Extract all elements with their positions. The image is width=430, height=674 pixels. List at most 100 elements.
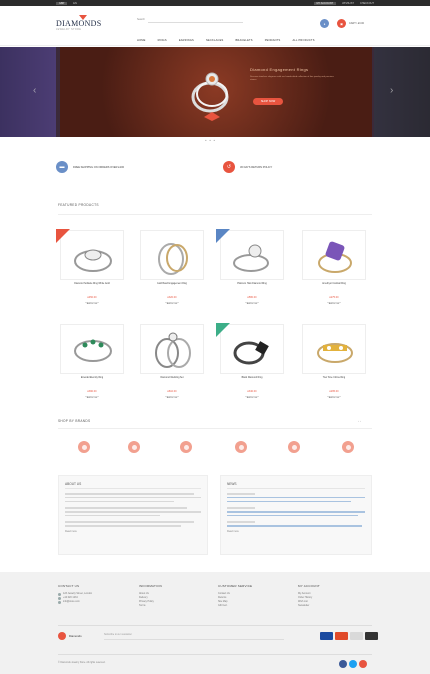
search-input[interactable] xyxy=(147,18,243,23)
brand-logo[interactable] xyxy=(342,441,354,453)
language-selector[interactable]: EN xyxy=(73,2,76,5)
product-price: £275.00 xyxy=(329,296,339,299)
product-price: £390.00 xyxy=(87,390,97,393)
chevron-right-icon[interactable]: › xyxy=(390,85,393,96)
features-bar: ▬ FREE SHIPPING ON ORDERS OVER £100 ↺ 30… xyxy=(56,160,374,174)
product-name[interactable]: Gold Band Engagement Ring xyxy=(138,283,206,286)
product-card[interactable]: Gold Band Engagement Ring £320.00 Add to… xyxy=(138,229,206,309)
footer-logo[interactable]: Diamonds xyxy=(58,632,82,640)
nav-item-rings[interactable]: RINGS xyxy=(156,39,169,42)
user-icon[interactable]: ● xyxy=(320,19,329,28)
add-to-cart-button[interactable]: Add to cart xyxy=(327,302,341,305)
product-image[interactable] xyxy=(220,230,284,280)
nav-item-all-products[interactable]: ALL PRODUCTS xyxy=(290,39,316,42)
hero-slider: Diamond Engagement Rings Discover timele… xyxy=(0,47,430,137)
product-name[interactable]: Two Tone Citrine Ring xyxy=(300,377,368,380)
add-to-cart-button[interactable]: Add to cart xyxy=(165,396,179,399)
product-image[interactable] xyxy=(140,230,204,280)
product-name[interactable]: Black Diamond Ring xyxy=(218,377,286,380)
shop-now-button[interactable]: SHOP NOW xyxy=(253,98,283,105)
add-to-cart-button[interactable]: Add to cart xyxy=(245,302,259,305)
divider xyxy=(58,625,372,626)
divider xyxy=(58,214,372,215)
currency-selector[interactable]: GBP xyxy=(56,1,68,5)
cart-icon[interactable]: ▣ xyxy=(337,19,346,28)
product-card[interactable]: Diamond Wedding Set £610.00 Add to cart xyxy=(138,323,206,403)
add-to-cart-button[interactable]: Add to cart xyxy=(85,396,99,399)
location-icon xyxy=(58,592,61,596)
product-card[interactable]: Diamond Solitaire Ring White Gold £450.0… xyxy=(56,229,126,309)
product-card[interactable]: Amethyst Cocktail Ring £275.00 Add to ca… xyxy=(300,229,368,309)
divider xyxy=(58,654,372,655)
product-card[interactable]: Black Diamond Ring £340.00 Add to cart xyxy=(216,323,286,403)
cart-total[interactable]: CART / £0.00 xyxy=(349,22,364,25)
brand-logo[interactable] xyxy=(78,441,90,453)
truck-icon: ▬ xyxy=(56,161,68,173)
product-image[interactable] xyxy=(60,324,124,374)
product-name[interactable]: Amethyst Cocktail Ring xyxy=(300,283,368,286)
nav-item-earrings[interactable]: EARRINGS xyxy=(177,39,196,42)
footer-link[interactable]: Gift Cert. xyxy=(218,604,288,608)
site-logo[interactable]: DIAMONDS JEWELRY STORE xyxy=(56,15,116,37)
footer-link[interactable]: Terms xyxy=(139,604,209,608)
nav-item-necklaces[interactable]: NECKLACES xyxy=(204,39,226,42)
phone-icon xyxy=(58,596,61,600)
twitter-icon[interactable] xyxy=(349,660,357,668)
amex-icon xyxy=(350,632,363,640)
main-nav: HOME RINGS EARRINGS NECKLACES BRACELETS … xyxy=(135,39,317,42)
wishlist-link[interactable]: WISHLIST xyxy=(342,2,354,5)
return-icon: ↺ xyxy=(223,161,235,173)
product-image[interactable] xyxy=(302,324,366,374)
diamond-icon xyxy=(78,15,88,20)
header-search[interactable]: Search xyxy=(137,18,243,23)
nav-item-pendants[interactable]: PENDANTS xyxy=(263,39,283,42)
product-price: £295.00 xyxy=(329,390,339,393)
previous-slide-preview xyxy=(0,47,56,137)
product-name[interactable]: Diamond Solitaire Ring White Gold xyxy=(58,283,126,286)
my-account-link[interactable]: MY ACCOUNT xyxy=(313,1,337,5)
footer-heading: MY ACCOUNT xyxy=(298,584,320,588)
about-title: ABOUT US xyxy=(65,482,201,489)
add-to-cart-button[interactable]: Add to cart xyxy=(327,396,341,399)
product-image[interactable] xyxy=(302,230,366,280)
product-name[interactable]: Diamond Wedding Set xyxy=(138,377,206,380)
nav-item-home[interactable]: HOME xyxy=(135,39,148,42)
feature-text: FREE SHIPPING ON ORDERS OVER £100 xyxy=(73,165,125,169)
footer-heading: CONTACT US xyxy=(58,584,80,588)
footer-link[interactable]: Newsletter xyxy=(298,604,368,608)
facebook-icon[interactable] xyxy=(339,660,347,668)
slider-pagination[interactable]: ● ● ● xyxy=(205,139,216,142)
news-title: NEWS xyxy=(227,482,365,489)
logo-name: DIAMONDS xyxy=(56,19,102,28)
checkout-link[interactable]: CHECKOUT xyxy=(360,2,374,5)
add-to-cart-button[interactable]: Add to cart xyxy=(165,302,179,305)
product-name[interactable]: Platinum Halo Diamond Ring xyxy=(218,283,286,286)
add-to-cart-button[interactable]: Add to cart xyxy=(85,302,99,305)
footer-email[interactable]: info@store.com xyxy=(58,600,128,604)
product-card[interactable]: Two Tone Citrine Ring £295.00 Add to car… xyxy=(300,323,368,403)
brand-logo[interactable] xyxy=(180,441,192,453)
add-to-cart-button[interactable]: Add to cart xyxy=(245,396,259,399)
news-read-more-link[interactable]: Read more xyxy=(227,530,365,533)
product-image[interactable] xyxy=(220,324,284,374)
nav-item-bracelets[interactable]: BRACELETS xyxy=(233,39,254,42)
brand-logo[interactable] xyxy=(235,441,247,453)
product-card[interactable]: Platinum Halo Diamond Ring £580.00 Add t… xyxy=(216,229,286,309)
about-read-more-link[interactable]: Read more xyxy=(65,530,201,533)
google-plus-icon[interactable] xyxy=(359,660,367,668)
divider xyxy=(58,428,372,429)
newsletter-input[interactable]: Subscribe to our newsletter xyxy=(104,634,284,640)
product-image[interactable] xyxy=(140,324,204,374)
footer-customer-service: CUSTOMER SERVICE Contact Us Returns Site… xyxy=(218,584,288,608)
product-image[interactable] xyxy=(60,230,124,280)
product-card[interactable]: Emerald Eternity Ring £390.00 Add to car… xyxy=(58,323,126,403)
brand-logo[interactable] xyxy=(288,441,300,453)
hero-caption: Diamond Engagement Rings Discover timele… xyxy=(250,67,340,82)
news-panel: NEWS Read more xyxy=(220,475,372,555)
product-price: £320.00 xyxy=(167,296,177,299)
chevron-left-icon[interactable]: ‹ xyxy=(33,85,36,96)
product-name[interactable]: Emerald Eternity Ring xyxy=(58,377,126,380)
brand-logo[interactable] xyxy=(128,441,140,453)
brands-carousel-arrows[interactable]: ‹ › xyxy=(358,419,361,423)
footer-contact: CONTACT US 123 Jewelry Street, London +4… xyxy=(58,584,128,604)
